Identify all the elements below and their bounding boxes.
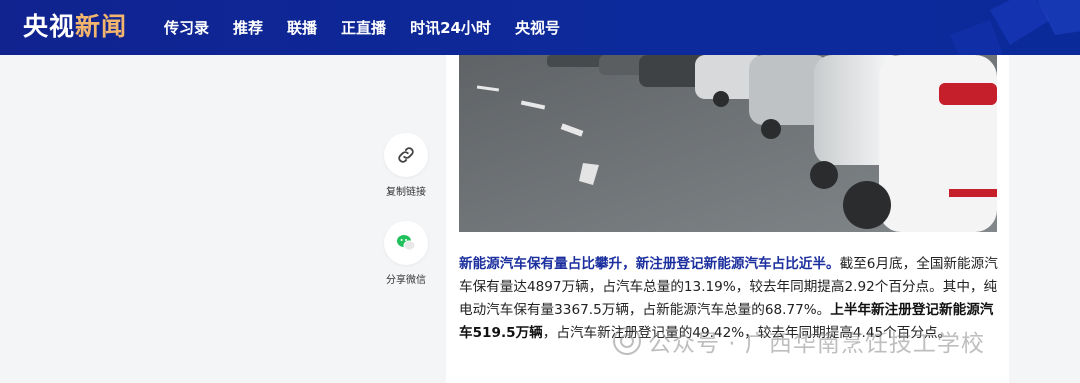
wechat-icon bbox=[397, 235, 416, 251]
logo-main: 央视 bbox=[23, 12, 76, 41]
share-wechat-label: 分享微信 bbox=[386, 275, 426, 286]
top-bar: 央视新闻 传习录 推荐 联播 正直播 时讯24小时 央视号 bbox=[0, 0, 1080, 55]
share-wechat-button[interactable] bbox=[384, 221, 428, 265]
nav-item-lianbo[interactable]: 联播 bbox=[287, 17, 317, 38]
article-photo bbox=[459, 55, 997, 232]
nav-item-live[interactable]: 正直播 bbox=[341, 17, 386, 38]
wechat-official-icon bbox=[613, 327, 641, 355]
copy-link-button[interactable] bbox=[384, 133, 428, 177]
logo-accent: 新闻 bbox=[75, 12, 128, 41]
link-icon bbox=[398, 147, 414, 163]
header-decoration bbox=[950, 0, 1080, 55]
watermark-text: 公众号 · 广西华南烹饪技工学校 bbox=[648, 331, 985, 357]
nav-item-24h-news[interactable]: 时讯24小时 bbox=[410, 17, 491, 38]
nav-item-recommend[interactable]: 推荐 bbox=[233, 17, 263, 38]
article-lead: 新能源汽车保有量占比攀升，新注册登记新能源汽车占比近半。 bbox=[459, 256, 840, 272]
site-logo[interactable]: 央视新闻 bbox=[23, 8, 127, 46]
watermark: 公众号 · 广西华南烹饪技工学校 bbox=[612, 324, 985, 358]
nav-item-cctv-account[interactable]: 央视号 bbox=[515, 17, 560, 38]
main-nav: 传习录 推荐 联播 正直播 时讯24小时 央视号 bbox=[164, 0, 584, 55]
copy-link-label: 复制链接 bbox=[386, 187, 426, 198]
nav-item-chuanxilu[interactable]: 传习录 bbox=[164, 17, 209, 38]
